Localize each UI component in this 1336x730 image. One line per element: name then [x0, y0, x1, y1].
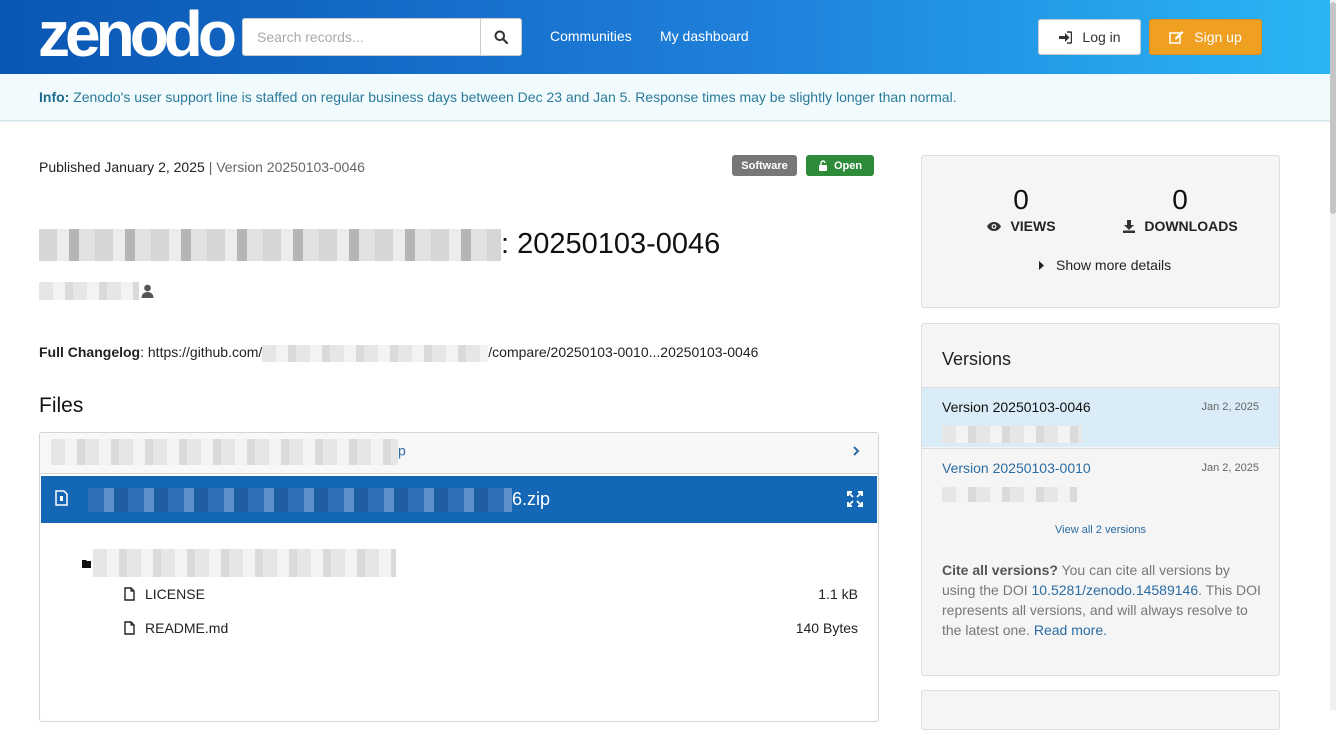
next-sidebar-panel [921, 690, 1280, 730]
downloads-count: 0 [1172, 184, 1188, 215]
download-icon [1123, 220, 1136, 233]
files-accordion-header[interactable]: p [40, 433, 878, 474]
sign-in-icon [1059, 30, 1073, 44]
page-scrollbar[interactable] [1330, 0, 1336, 710]
resource-type-label: Software [741, 159, 788, 172]
read-more-link[interactable]: Read more. [1034, 622, 1107, 638]
redacted-file-name [51, 439, 398, 465]
redacted-archive-name [88, 488, 512, 512]
changelog-prefix: : https://github.com/ [140, 344, 263, 360]
version-name: Version 20250103-0046 [942, 399, 1091, 415]
downloads-stat: 0 DOWNLOADS [1120, 184, 1240, 234]
cite-all-versions: Cite all versions? You can cite all vers… [942, 560, 1264, 640]
nav-communities[interactable]: Communities [550, 28, 632, 44]
chevron-right-icon[interactable] [852, 445, 860, 457]
version-name: Version 20250103-0010 [942, 460, 1091, 476]
file-icon [124, 587, 135, 601]
versions-panel: Versions Version 20250103-0046 Jan 2, 20… [921, 323, 1280, 676]
publication-info: Published January 2, 2025 | Version 2025… [39, 159, 365, 175]
scrollbar-thumb[interactable] [1330, 2, 1336, 214]
views-label: VIEWS [1010, 218, 1056, 234]
versions-heading: Versions [942, 349, 1012, 369]
files-panel: p 6.zip LICENSE 1.1 kB README.md 140 Byt… [39, 432, 879, 722]
redacted-folder-name [93, 549, 396, 577]
changelog-line: Full Changelog: https://github.com/ /comp… [39, 344, 758, 362]
file-archive-icon [55, 490, 68, 506]
stats-panel: 0 VIEWS 0 DOWNLOADS Show more details [921, 155, 1280, 308]
search-icon [494, 30, 508, 44]
file-entry: README.md 140 Bytes [124, 618, 858, 638]
top-navbar: zenodo Communities My dashboard Log in S… [0, 0, 1336, 74]
archive-file-name: 6.zip [88, 488, 550, 512]
file-size: 1.1 kB [818, 586, 858, 602]
folder-icon [82, 559, 91, 568]
title-suffix: : 20250103-0046 [501, 228, 721, 260]
redacted-creator-name [39, 282, 139, 300]
file-entry: LICENSE 1.1 kB [124, 584, 858, 604]
info-message: Info: Zenodo's user support line is staf… [39, 89, 957, 105]
cite-heading: Cite all versions? [942, 562, 1058, 578]
accordion-name-suffix: p [398, 442, 406, 459]
file-icon [124, 621, 135, 635]
signup-button[interactable]: Sign up [1149, 19, 1262, 55]
expand-icon[interactable] [847, 491, 863, 507]
version-item-current[interactable]: Version 20250103-0046 Jan 2, 2025 [922, 387, 1279, 447]
view-all-versions-link[interactable]: View all 2 versions [922, 524, 1279, 536]
archive-name-suffix: 6.zip [512, 488, 551, 509]
file-size: 140 Bytes [795, 620, 858, 636]
resource-type-badge: Software [732, 155, 797, 176]
access-badge[interactable]: Open [806, 155, 874, 176]
version-item[interactable]: Version 20250103-0010 Jan 2, 2025 [922, 448, 1279, 508]
views-stat: 0 VIEWS [986, 184, 1056, 234]
archive-root-folder [82, 549, 396, 577]
login-label: Log in [1082, 29, 1121, 45]
accordion-file-name: p [51, 439, 406, 465]
published-date: Published January 2, 2025 [39, 159, 205, 175]
changelog-suffix: /compare/20250103-0010...20250103-0046 [488, 344, 759, 360]
info-banner: Info: Zenodo's user support line is staf… [0, 74, 1330, 121]
concept-doi-link[interactable]: 10.5281/zenodo.14589146 [1032, 582, 1199, 598]
access-label: Open [833, 159, 863, 172]
downloads-label: DOWNLOADS [1144, 218, 1238, 234]
unlock-icon [818, 160, 827, 171]
show-more-label: Show more details [1056, 257, 1172, 273]
redacted-version-doi [942, 487, 1077, 502]
redacted-repo-path [262, 344, 489, 362]
search-box [242, 18, 522, 56]
archive-preview-header: 6.zip [41, 476, 877, 523]
separator: | [208, 159, 213, 175]
eye-icon [987, 221, 1002, 231]
version-date: Jan 2, 2025 [1201, 401, 1260, 413]
version-date: Jan 2, 2025 [1201, 462, 1260, 474]
search-input[interactable] [243, 19, 481, 55]
search-button[interactable] [480, 19, 521, 55]
record-version: Version 20250103-0046 [216, 159, 365, 175]
changelog-label: Full Changelog [39, 344, 141, 360]
zenodo-logo[interactable]: zenodo [38, 2, 237, 66]
show-more-details[interactable]: Show more details [1039, 257, 1171, 273]
info-label: Info: [39, 89, 70, 105]
views-count: 0 [1013, 184, 1029, 215]
redacted-title-text [39, 229, 501, 262]
creator[interactable] [39, 282, 154, 300]
file-name: LICENSE [145, 586, 205, 602]
redacted-version-doi [942, 426, 1082, 443]
user-icon [141, 284, 154, 298]
edit-icon [1169, 31, 1184, 44]
file-name: README.md [145, 620, 229, 636]
files-heading: Files [39, 394, 84, 417]
login-button[interactable]: Log in [1038, 19, 1141, 55]
record-title: : 20250103-0046 [39, 228, 721, 262]
nav-my-dashboard[interactable]: My dashboard [660, 28, 749, 44]
caret-right-icon [1039, 260, 1044, 270]
signup-label: Sign up [1194, 29, 1242, 45]
info-text: Zenodo's user support line is staffed on… [73, 89, 957, 105]
